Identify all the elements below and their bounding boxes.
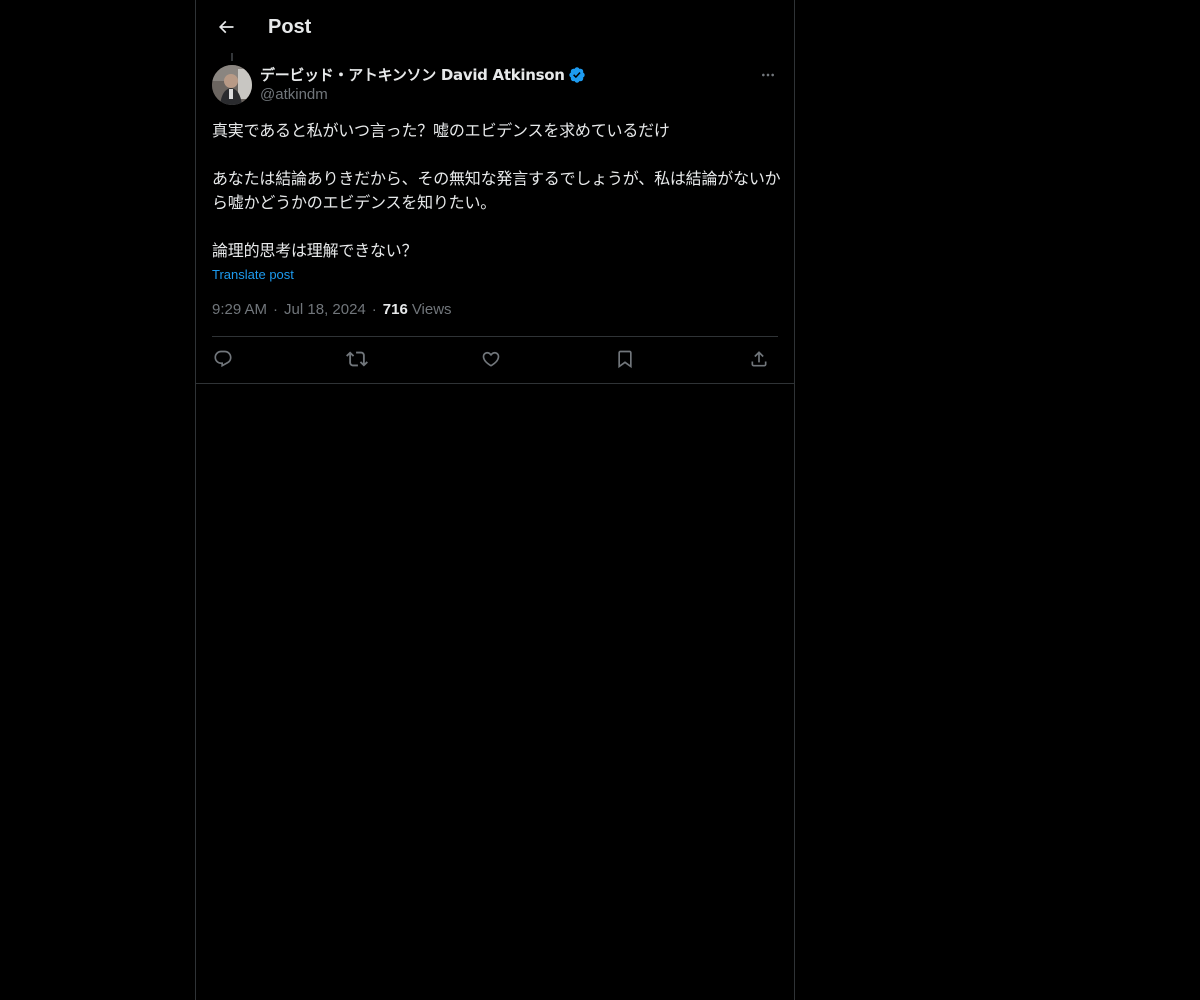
views-count: 716 — [382, 301, 408, 318]
divider — [196, 383, 794, 384]
repost-button[interactable] — [346, 348, 368, 370]
page-title: Post — [268, 16, 312, 38]
post-paragraph: あなたは結論ありきだから、その無知な発言するでしょうが、私は結論がないから嘘かど… — [212, 169, 781, 212]
arrow-left-icon — [216, 17, 236, 37]
post-paragraph: 論理的思考は理解できない？ — [212, 241, 418, 260]
separator-dot: · — [273, 301, 279, 318]
page-header: Post — [196, 0, 794, 53]
display-name-row: デービッド・アトキンソン David Atkinson — [260, 65, 586, 85]
post-actions-bar — [212, 337, 778, 383]
bookmark-icon — [615, 349, 635, 369]
post-paragraph: 真実であると私がいつ言った？嘘のエビデンスを求めているだけ — [212, 121, 670, 140]
post-spacer — [212, 215, 782, 239]
reply-icon — [213, 349, 233, 369]
avatar[interactable] — [212, 65, 252, 105]
author-display-name[interactable]: デービッド・アトキンソン David Atkinson — [260, 65, 565, 85]
like-icon — [481, 349, 501, 369]
like-button[interactable] — [480, 348, 502, 370]
translate-post-link[interactable]: Translate post — [212, 266, 294, 284]
bookmark-button[interactable] — [614, 348, 636, 370]
more-options-button[interactable] — [758, 65, 778, 85]
post-text: 真実であると私がいつ言った？嘘のエビデンスを求めているだけ あなたは結論ありきだ… — [212, 119, 782, 263]
verified-badge-icon[interactable] — [568, 66, 586, 84]
back-button[interactable] — [208, 9, 244, 45]
thread-connector-line — [231, 53, 233, 61]
repost-icon — [346, 348, 368, 370]
separator-dot: · — [371, 301, 377, 318]
author-names: デービッド・アトキンソン David Atkinson @atkindm — [260, 65, 586, 105]
reply-button[interactable] — [212, 348, 234, 370]
share-icon — [749, 349, 769, 369]
more-dots-icon — [760, 67, 776, 83]
views-label: Views — [411, 301, 452, 318]
author-handle[interactable]: @atkindm — [260, 85, 586, 105]
post-author: デービッド・アトキンソン David Atkinson @atkindm — [212, 65, 778, 105]
post-date[interactable]: Jul 18, 2024 — [284, 300, 366, 320]
share-button[interactable] — [748, 348, 770, 370]
post-spacer — [212, 143, 782, 167]
post-metadata: 9:29 AM · Jul 18, 2024 · 716 Views — [212, 300, 452, 320]
primary-column: Post デービッド・アトキンソン David Atkinson @atkind… — [195, 0, 795, 1000]
post-time[interactable]: 9:29 AM — [212, 300, 267, 320]
